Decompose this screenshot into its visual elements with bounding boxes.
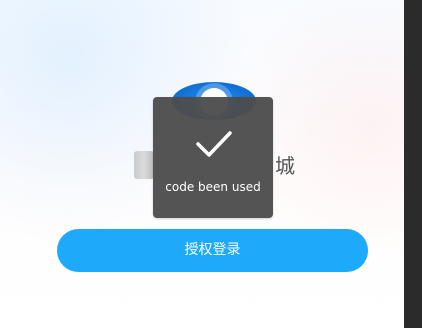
checkmark-icon <box>196 131 232 157</box>
authorize-login-button[interactable]: 授权登录 <box>57 229 368 272</box>
success-toast: code been used <box>153 97 273 218</box>
login-screen: 城 授权登录 code been used <box>0 0 422 328</box>
toast-message: code been used <box>165 180 261 194</box>
title-left-fragment <box>134 151 154 179</box>
page-title: 城 <box>275 154 295 178</box>
window-edge <box>404 0 422 328</box>
